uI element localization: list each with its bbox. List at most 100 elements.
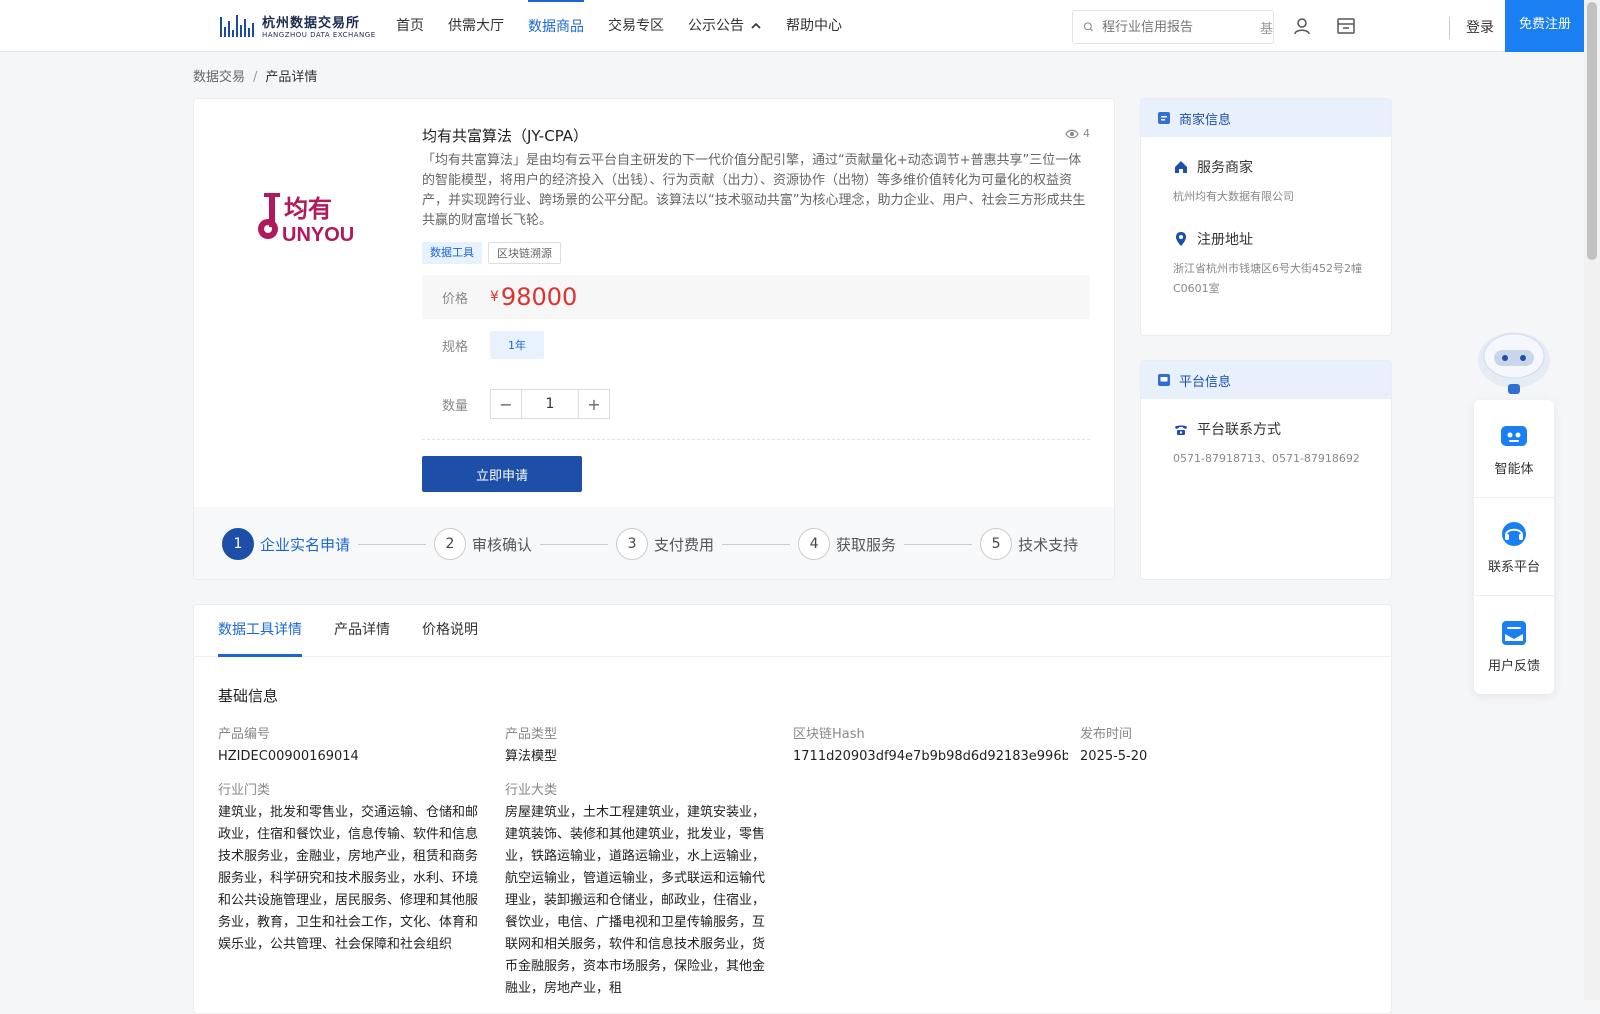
registered-address-label: 注册地址	[1197, 232, 1253, 248]
contact-platform-button[interactable]: 联系平台	[1474, 498, 1554, 596]
user-feedback-button[interactable]: 用户反馈	[1474, 596, 1554, 694]
product-type-label: 产品类型	[505, 727, 558, 742]
nav-trading-zone[interactable]: 交易专区	[608, 0, 664, 52]
step-number: 4	[798, 528, 831, 560]
tag-data-tool: 数据工具	[422, 242, 482, 264]
product-detail-card: 数据工具详情 产品详情 价格说明 基础信息 产品编号 HZIDEC0090016…	[193, 604, 1392, 1014]
step-label: 企业实名申请	[260, 535, 351, 554]
field-industry-category: 行业大类 房屋建筑业，土木工程建筑业，建筑安装业，建筑装饰、装修和其他建筑业，批…	[505, 779, 773, 1000]
field-product-code: 产品编号 HZIDEC00900169014	[218, 723, 359, 768]
chevron-up-icon	[751, 22, 761, 29]
contact-platform-label: 联系平台	[1487, 560, 1540, 575]
step-connector	[358, 543, 427, 545]
main-nav: 首页 供需大厅 数据商品 交易专区 公示公告 帮助中心	[396, 0, 842, 52]
search-overflow-text: 基	[1259, 21, 1273, 37]
headset-icon	[1502, 522, 1526, 546]
breadcrumb-separator: /	[253, 70, 258, 85]
page-scrollbar[interactable]	[1584, 0, 1600, 1000]
home-icon	[1175, 161, 1187, 173]
step-number: 5	[980, 528, 1013, 560]
registered-address-block: 注册地址 浙江省杭州市钱塘区6号大街452号2幢C0601室	[1141, 229, 1391, 299]
breadcrumb-root[interactable]: 数据交易	[193, 70, 245, 85]
publish-date-label: 发布时间	[1080, 727, 1133, 742]
top-navigation-bar: 杭州数据交易所 HANGZHOU DATA EXCHANGE 首页 供需大厅 数…	[0, 0, 1585, 52]
service-merchant-value: 杭州均有大数据有限公司	[1173, 190, 1294, 203]
quantity-label: 数量	[442, 398, 469, 414]
increment-button[interactable]: +	[579, 390, 609, 418]
blockchain-hash-value: 1711d20903df94e7b9b98d6d92183e996b…	[793, 749, 1068, 764]
phone-icon	[1175, 425, 1187, 435]
field-product-type: 产品类型 算法模型	[505, 723, 557, 768]
scrollbar-thumb[interactable]	[1587, 2, 1597, 260]
login-link[interactable]: 登录	[1466, 17, 1494, 37]
nav-announcements[interactable]: 公示公告	[688, 0, 762, 52]
search-icon	[1083, 22, 1093, 32]
step-number: 2	[434, 528, 467, 560]
quantity-input[interactable]: 1	[521, 390, 579, 418]
site-logo[interactable]: 杭州数据交易所 HANGZHOU DATA EXCHANGE	[220, 10, 376, 40]
nav-data-products[interactable]: 数据商品	[528, 0, 584, 52]
svg-text:UNYOU: UNYOU	[282, 224, 354, 246]
tab-tool-details[interactable]: 数据工具详情	[218, 605, 302, 657]
step-number: 3	[616, 528, 649, 560]
search-input[interactable]	[1101, 19, 1252, 35]
nav-supply-demand[interactable]: 供需大厅	[448, 0, 504, 52]
step-5: 5 技术支持	[980, 528, 1078, 560]
svg-text:均有: 均有	[284, 195, 332, 223]
floating-service-panel: 智能体 联系平台 用户反馈	[1474, 400, 1554, 694]
step-connector	[904, 543, 973, 545]
user-feedback-label: 用户反馈	[1487, 658, 1540, 674]
agent-button[interactable]: 智能体	[1474, 400, 1554, 498]
field-publish-date: 发布时间 2025-5-20	[1080, 723, 1147, 768]
quantity-row: 数量 − 1 +	[422, 389, 610, 419]
logo-title: 杭州数据交易所	[262, 15, 361, 31]
header-divider	[1449, 17, 1450, 39]
field-blockchain-hash: 区块链Hash 1711d20903df94e7b9b98d6d92183e99…	[793, 723, 1068, 768]
product-code-value: HZIDEC00900169014	[218, 749, 359, 764]
product-card: 均有 UNYOU 均有共富算法（JY-CPA） 4 「均有共富算法」是由均有云平…	[193, 98, 1115, 580]
platform-contact-block: 平台联系方式 0571-87918713、0571-87918692	[1141, 419, 1391, 469]
breadcrumb: 数据交易 / 产品详情	[193, 66, 317, 85]
blockchain-hash-label: 区块链Hash	[793, 727, 865, 742]
robot-mascot-icon[interactable]	[1474, 326, 1554, 398]
quantity-stepper: − 1 +	[490, 389, 610, 419]
step-4: 4 获取服务	[798, 528, 896, 560]
industry-sector-value: 建筑业，批发和零售业，交通运输、仓储和邮政业，住宿和餐饮业，信息传输、软件和信息…	[218, 805, 479, 952]
nav-home[interactable]: 首页	[396, 0, 424, 52]
user-icon[interactable]	[1292, 16, 1312, 36]
breadcrumb-current: 产品详情	[265, 70, 318, 85]
spec-row: 规格 1年	[422, 331, 544, 359]
tab-price-info[interactable]: 价格说明	[422, 605, 478, 657]
industry-category-value: 房屋建筑业，土木工程建筑业，建筑安装业，建筑装饰、装修和其他建筑业，批发业，零售…	[505, 805, 766, 996]
view-count-value: 4	[1083, 127, 1090, 140]
step-number: 1	[222, 528, 254, 560]
tab-product-details[interactable]: 产品详情	[334, 605, 390, 657]
nav-announcements-label: 公示公告	[688, 18, 744, 34]
apply-button[interactable]: 立即申请	[422, 456, 582, 492]
nav-help-center[interactable]: 帮助中心	[786, 0, 842, 52]
spec-option[interactable]: 1年	[490, 331, 544, 359]
divider	[422, 439, 1090, 440]
platform-info-header: 平台信息	[1141, 361, 1391, 399]
service-merchant-label: 服务商家	[1197, 160, 1253, 176]
step-label: 审核确认	[472, 535, 533, 554]
product-type-value: 算法模型	[505, 749, 558, 764]
industry-sector-label: 行业门类	[218, 783, 271, 798]
publish-date-value: 2025-5-20	[1080, 749, 1148, 764]
merchant-info-title: 商家信息	[1179, 112, 1232, 128]
product-logo: 均有 UNYOU	[258, 193, 354, 246]
step-2: 2 审核确认	[434, 528, 532, 560]
store-icon[interactable]	[1336, 16, 1356, 36]
step-3: 3 支付费用	[616, 528, 714, 560]
monitor-icon	[1158, 374, 1170, 386]
product-description: 「均有共富算法」是由均有云平台自主研发的下一代价值分配引擎，通过“贡献量化+动态…	[422, 153, 1086, 228]
step-1: 1 企业实名申请	[222, 528, 350, 560]
merchant-info-card: 商家信息 服务商家 杭州均有大数据有限公司 注册地址 浙江省杭州市钱塘区6号大街…	[1140, 98, 1392, 336]
merchant-info-header: 商家信息	[1141, 99, 1391, 137]
register-button[interactable]: 免费注册	[1505, 0, 1585, 52]
currency-symbol: ¥	[490, 289, 499, 305]
decrement-button[interactable]: −	[491, 390, 521, 418]
search-box[interactable]: 基	[1072, 10, 1274, 44]
feedback-mail-icon	[1502, 620, 1526, 645]
price-label: 价格	[442, 291, 469, 307]
